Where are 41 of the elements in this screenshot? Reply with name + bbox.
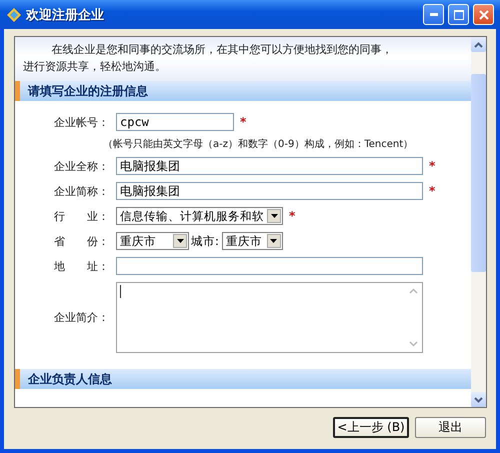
close-button[interactable] bbox=[473, 4, 494, 25]
dropdown-arrow-icon[interactable] bbox=[176, 239, 184, 243]
scroll-down-icon[interactable] bbox=[474, 396, 483, 402]
close-icon[interactable] bbox=[478, 10, 488, 20]
required-mark: * bbox=[289, 209, 296, 223]
minimize-button[interactable] bbox=[423, 4, 444, 25]
hint-text: （帐号只能由英文字母（a-z）和数字（0-9）构成，例如：Tencent） bbox=[102, 138, 414, 151]
field-label: 企业简介： bbox=[53, 310, 110, 325]
field-label: 企业全称： bbox=[53, 158, 110, 174]
intro-text: 进行资源共享，轻松地沟通。 bbox=[23, 59, 166, 75]
intro-text: 在线企业是您和同事的交流场所，在其中您可以方便地找到您的同事， bbox=[50, 42, 393, 58]
required-mark: * bbox=[240, 115, 246, 129]
dropdown[interactable]: 信息传输、计算机服务和软 bbox=[116, 207, 283, 225]
field-label: 企业简称： bbox=[53, 184, 110, 198]
minimize-icon[interactable] bbox=[430, 13, 438, 16]
text-field[interactable]: 电脑报集团 bbox=[116, 182, 423, 200]
dropdown[interactable]: 重庆市 bbox=[222, 232, 283, 250]
field-label: 城市: bbox=[191, 234, 219, 248]
scrollbar[interactable] bbox=[471, 37, 486, 407]
dialog-button[interactable]: <上一步 (B) bbox=[333, 417, 409, 438]
field-label: 行 业： bbox=[53, 208, 110, 224]
scroll-up-icon[interactable] bbox=[474, 42, 483, 48]
required-mark: * bbox=[429, 159, 436, 173]
field-label: 省 份： bbox=[53, 234, 110, 248]
required-mark: * bbox=[429, 184, 436, 198]
text-field[interactable]: 电脑报集团 bbox=[116, 157, 423, 175]
section-header: 企业负责人信息 bbox=[15, 369, 471, 389]
dropdown-arrow-icon[interactable] bbox=[270, 239, 278, 243]
dialog-button[interactable]: 退出 bbox=[415, 417, 486, 438]
text-field[interactable]: cpcw bbox=[116, 113, 234, 131]
scroll-thumb[interactable] bbox=[471, 74, 486, 272]
app-icon bbox=[6, 6, 22, 22]
maximize-icon[interactable] bbox=[454, 10, 464, 20]
dropdown[interactable]: 重庆市 bbox=[116, 232, 189, 250]
field-label: 地 址： bbox=[53, 258, 110, 274]
text-field[interactable] bbox=[116, 257, 423, 275]
dropdown-arrow-icon[interactable] bbox=[270, 214, 278, 218]
field-label: 企业帐号： bbox=[53, 114, 110, 130]
maximize-button[interactable] bbox=[448, 4, 469, 25]
window-title: 欢迎注册企业 bbox=[26, 6, 105, 24]
section-header: 请填写企业的注册信息 bbox=[15, 81, 471, 101]
